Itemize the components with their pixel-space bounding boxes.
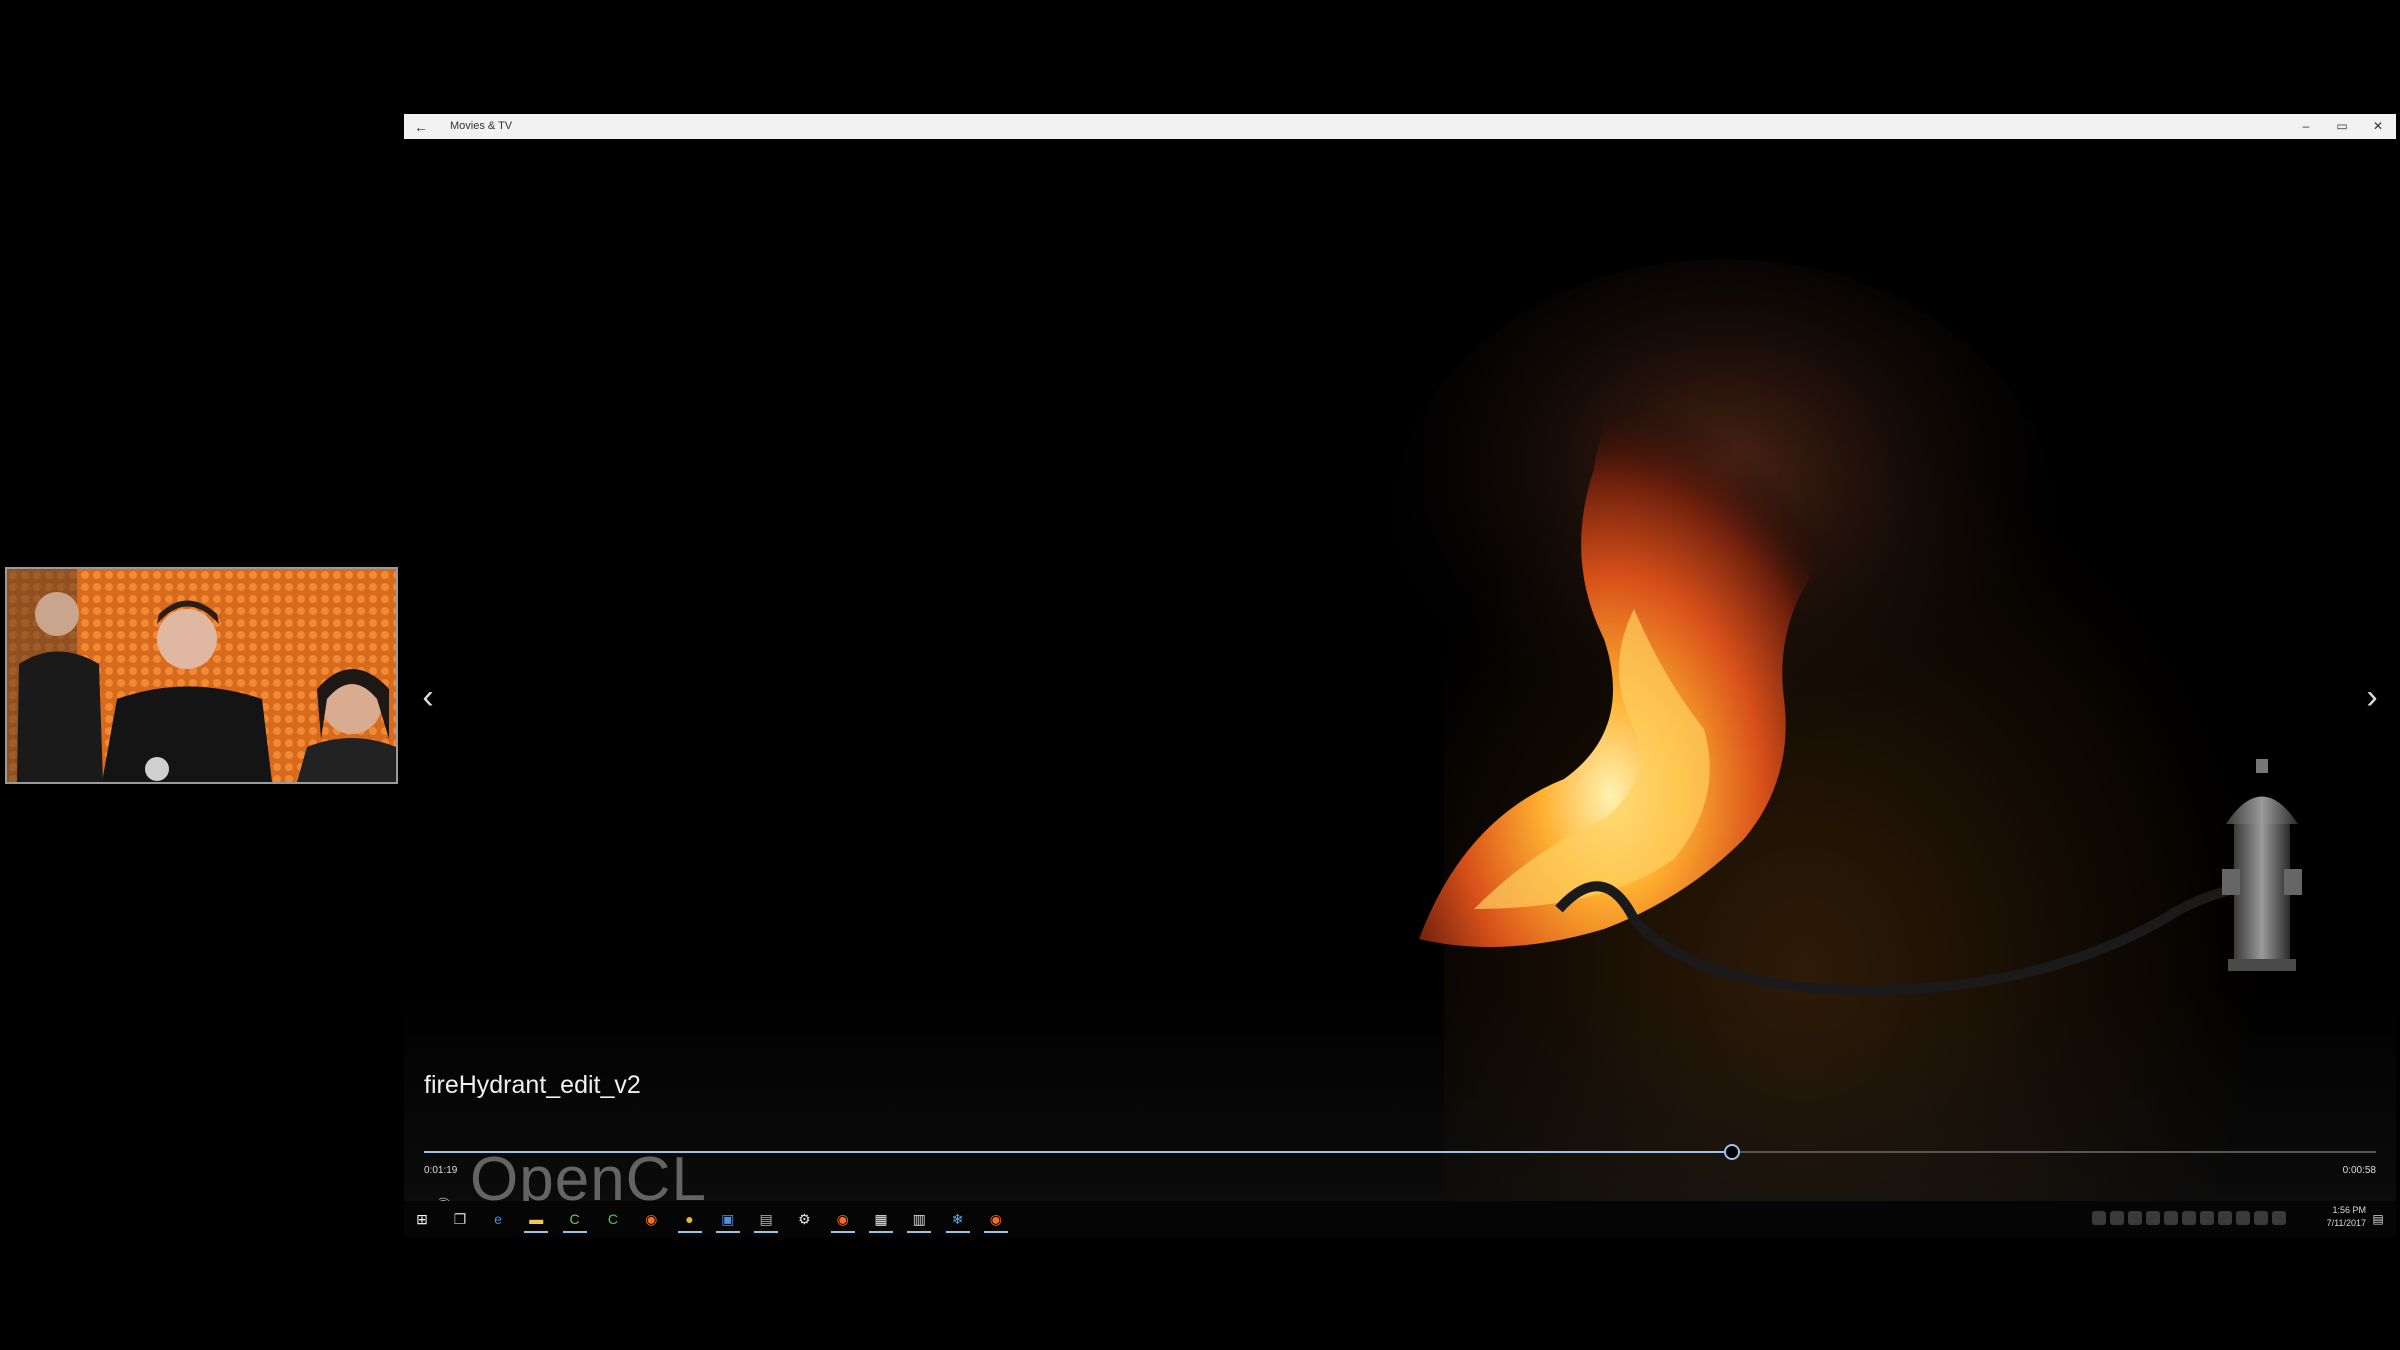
window-title: Movies & TV (450, 120, 513, 132)
clock-date: 7/11/2017 (2326, 1218, 2366, 1228)
app-green-c2-icon[interactable]: C (601, 1207, 625, 1233)
volume-icon[interactable]: 🔊 (428, 1194, 456, 1201)
title-bar: ← Movies & TV – ▭ ✕ (404, 114, 2396, 139)
system-tray (2092, 1211, 2286, 1227)
tray-app-icon[interactable] (2110, 1211, 2124, 1225)
tray-speaker-icon[interactable] (2236, 1211, 2250, 1225)
app-drive-icon[interactable]: ▤ (754, 1207, 779, 1233)
opencl-overlay-text: OpenCL (470, 1145, 707, 1201)
minimize-button[interactable]: – (2288, 114, 2324, 139)
webcam-overlay (5, 567, 398, 784)
task-view-icon[interactable]: ❐ (448, 1207, 472, 1233)
windows-taskbar: ⊞ ❐ e ▬ C C ◉ ● ▣ ▤ ⚙ ◉ ▦ ▥ ❄ ◉ 1:56 PM 7/11/2017 ▤ (404, 1201, 2396, 1237)
seek-bar[interactable] (424, 1144, 2376, 1160)
tray-pen-icon[interactable] (2272, 1211, 2286, 1225)
more-options-icon[interactable]: ··· (2352, 1194, 2380, 1201)
houdini-icon[interactable]: ◉ (639, 1207, 663, 1233)
webcam-image (7, 569, 396, 782)
tray-network-icon[interactable] (2092, 1211, 2106, 1225)
elapsed-time: 0:01:19 (424, 1165, 458, 1176)
edge-icon[interactable]: e (486, 1207, 510, 1233)
video-frame[interactable]: ‹ › fireHydrant_edit_v2 0:01:19 0:00:58 … (404, 139, 2396, 1201)
skip-back-10-button[interactable]: ↺10 (1346, 1194, 1374, 1201)
chrome-icon[interactable]: ● (677, 1207, 702, 1233)
fullscreen-icon[interactable]: ⤢ (2314, 1194, 2342, 1201)
close-button[interactable]: ✕ (2360, 114, 2396, 139)
movies-tv-icon[interactable]: ▦ (869, 1207, 893, 1233)
tray-battery-icon[interactable] (2182, 1211, 2196, 1225)
remaining-time: 0:00:58 (2342, 1165, 2376, 1176)
start-windows-icon[interactable]: ⊞ (410, 1207, 434, 1233)
skip-forward-30-button[interactable]: ↻30 (1424, 1194, 1452, 1201)
tray-wifi-icon[interactable] (2254, 1211, 2268, 1225)
document-icon[interactable]: ▥ (907, 1207, 932, 1233)
tray-cloud-icon[interactable] (2218, 1211, 2232, 1225)
mini-view-icon[interactable]: ⧉ (2276, 1194, 2304, 1201)
snowflake-icon[interactable]: ❄ (945, 1207, 970, 1233)
seek-thumb[interactable] (1723, 1144, 1740, 1160)
file-explorer-icon[interactable]: ▬ (524, 1207, 549, 1233)
houdini2-icon[interactable]: ◉ (830, 1207, 855, 1233)
save-disk-icon[interactable]: ▣ (715, 1207, 740, 1233)
back-arrow-icon[interactable]: ← (412, 118, 430, 136)
houdini3-icon[interactable]: ◉ (983, 1207, 1008, 1233)
play-button[interactable]: ▷ (1386, 1194, 1414, 1201)
video-title: fireHydrant_edit_v2 (424, 1071, 641, 1099)
maximize-button[interactable]: ▭ (2324, 114, 2360, 139)
movies-tv-window: ← Movies & TV – ▭ ✕ ‹ › fireHydrant_edit… (404, 114, 2396, 1201)
settings-gear-icon[interactable]: ⚙ (792, 1207, 816, 1233)
tray-onedrive-icon[interactable] (2200, 1211, 2214, 1225)
tray-app-icon[interactable] (2146, 1211, 2160, 1225)
clock-time: 1:56 PM (2332, 1205, 2366, 1215)
captions-icon[interactable]: ▭ (466, 1194, 494, 1201)
app-green-c-icon[interactable]: C (562, 1207, 587, 1233)
previous-arrow-icon[interactable]: ‹ (410, 679, 446, 715)
action-center-icon[interactable]: ▤ (2366, 1207, 2390, 1233)
taskbar-clock[interactable]: 1:56 PM 7/11/2017 (2327, 1204, 2366, 1230)
tray-app-icon[interactable] (2128, 1211, 2142, 1225)
tray-app-icon[interactable] (2164, 1211, 2178, 1225)
next-arrow-icon[interactable]: › (2354, 679, 2390, 715)
fire-hydrant-scene (1394, 259, 2302, 996)
